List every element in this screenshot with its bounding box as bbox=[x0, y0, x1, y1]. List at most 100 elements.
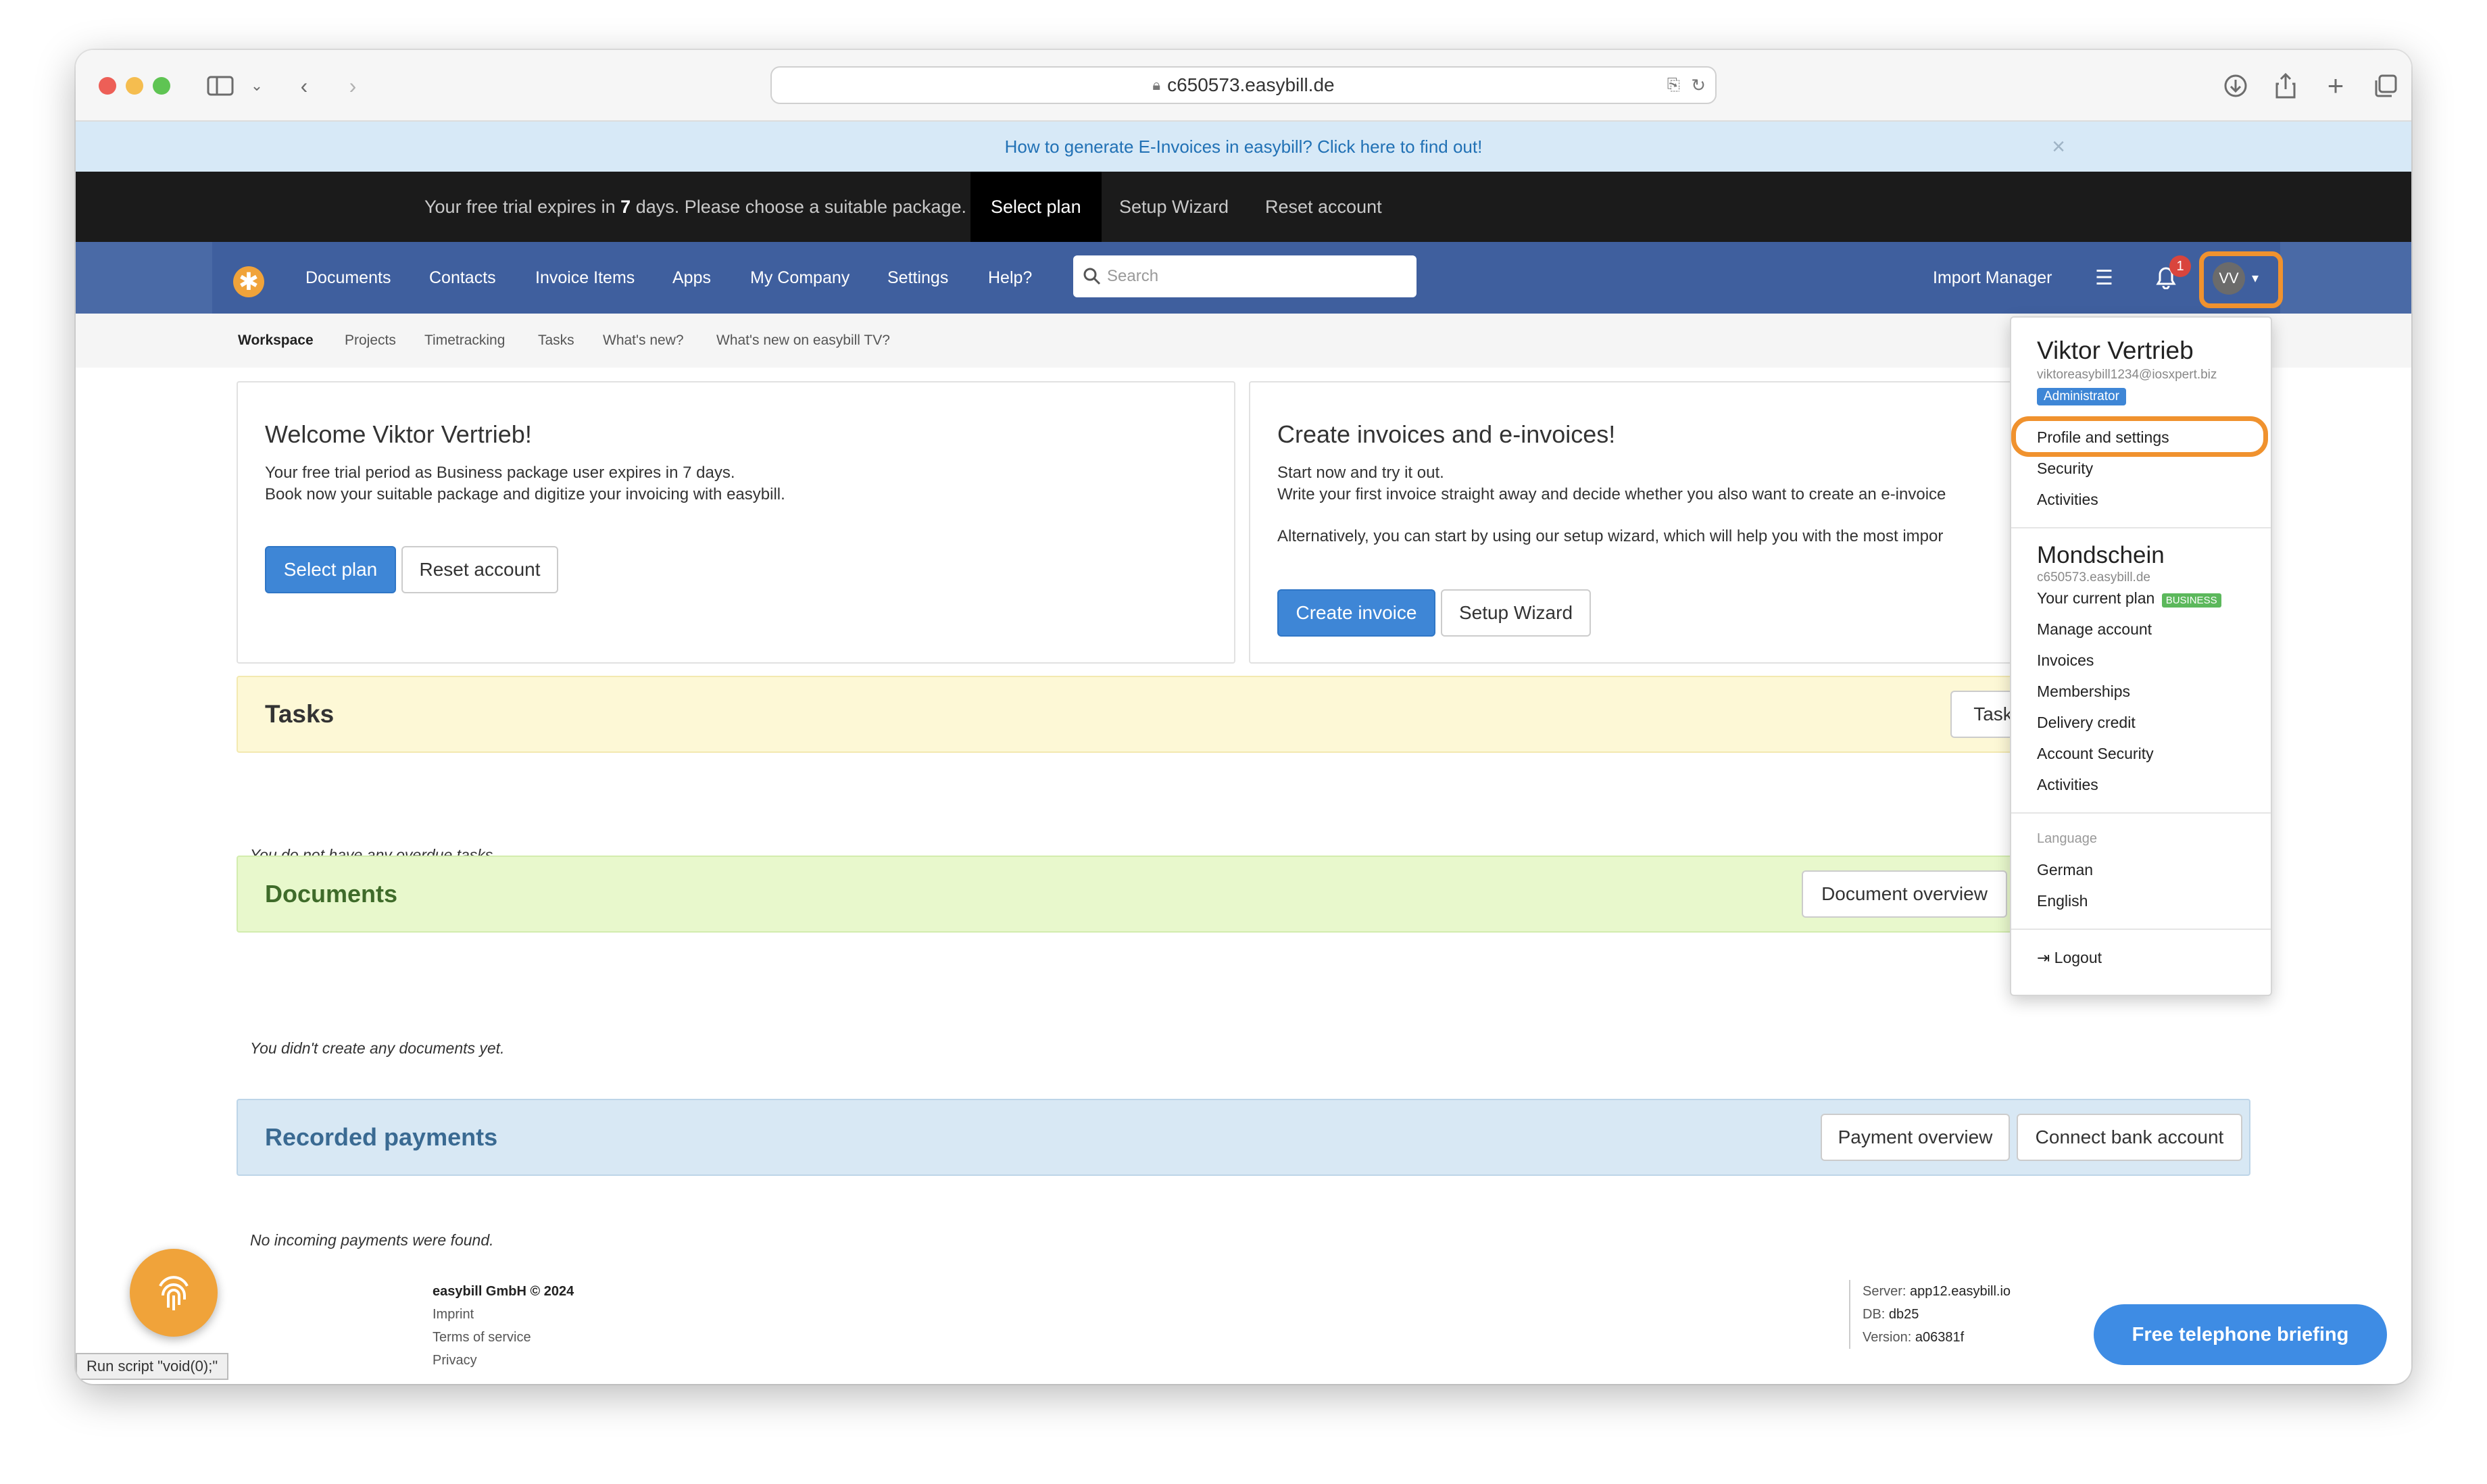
subnav-whats-new-tv[interactable]: What's new on easybill TV? bbox=[716, 332, 890, 349]
document-overview-button[interactable]: Document overview bbox=[1802, 870, 2007, 918]
user-email: viktoreasybill1234@iosxpert.biz bbox=[2037, 368, 2217, 382]
footer-terms-link[interactable]: Terms of service bbox=[433, 1326, 574, 1349]
import-manager-link[interactable]: Import Manager bbox=[1933, 242, 2052, 314]
trial-bar: Your free trial expires in 7 days. Pleas… bbox=[76, 172, 2411, 242]
e-invoice-banner[interactable]: How to generate E-Invoices in easybill? … bbox=[76, 122, 2411, 172]
tasks-section-header: Tasks Tasks bbox=[237, 676, 2250, 753]
setup-wizard-button[interactable]: Setup Wizard bbox=[1441, 589, 1591, 637]
payments-title: Recorded payments bbox=[265, 1123, 498, 1151]
banner-link[interactable]: How to generate E-Invoices in easybill? … bbox=[1005, 137, 1483, 157]
chevron-down-icon[interactable]: ⌄ bbox=[250, 72, 264, 100]
payments-empty-message: No incoming payments were found. bbox=[250, 1231, 494, 1249]
reload-icon[interactable]: ↻ bbox=[1691, 75, 1706, 96]
notification-bell-icon[interactable] bbox=[2156, 242, 2176, 314]
address-bar[interactable]: 🔒︎ c650573.easybill.de ⎘ ↻ bbox=[770, 66, 1717, 104]
translate-icon[interactable]: ⎘ bbox=[1667, 76, 1680, 95]
role-badge: Administrator bbox=[2037, 388, 2126, 405]
invoices-link[interactable]: Invoices bbox=[2037, 651, 2094, 670]
new-tab-icon[interactable]: + bbox=[2322, 70, 2349, 101]
create-invoices-line-3: Alternatively, you can start by using ou… bbox=[1277, 527, 1944, 545]
nav-invoice-items[interactable]: Invoice Items bbox=[535, 242, 635, 314]
version-value: a06381f bbox=[1915, 1330, 1965, 1345]
documents-section-header: Documents Document overview bbox=[237, 856, 2250, 933]
welcome-line-2: Book now your suitable package and digit… bbox=[265, 485, 785, 503]
free-telephone-briefing-button[interactable]: Free telephone briefing bbox=[2094, 1304, 2387, 1365]
footer-company: easybill GmbH © 2024 bbox=[433, 1284, 574, 1299]
trial-days: 7 bbox=[620, 196, 631, 217]
nav-my-company[interactable]: My Company bbox=[750, 242, 849, 314]
documents-title: Documents bbox=[265, 880, 398, 908]
minimize-window-button[interactable] bbox=[126, 77, 143, 95]
logout-link[interactable]: ⇥ Logout bbox=[2037, 949, 2102, 967]
tasks-title: Tasks bbox=[265, 700, 335, 728]
close-icon[interactable]: × bbox=[2052, 134, 2065, 160]
nav-contacts[interactable]: Contacts bbox=[429, 242, 496, 314]
sidebar-toggle-icon[interactable] bbox=[205, 72, 235, 100]
trial-reset-account-button[interactable]: Reset account bbox=[1265, 172, 1382, 242]
payments-section-header: Recorded payments Payment overview Conne… bbox=[237, 1099, 2250, 1176]
nav-help[interactable]: Help? bbox=[988, 242, 1032, 314]
footer-privacy-link[interactable]: Privacy bbox=[433, 1349, 574, 1372]
browser-window: ⌄ ‹ › 🔒︎ c650573.easybill.de ⎘ ↻ + How t… bbox=[76, 50, 2411, 1384]
company-activities-link[interactable]: Activities bbox=[2037, 776, 2098, 794]
memberships-link[interactable]: Memberships bbox=[2037, 683, 2130, 701]
trial-setup-wizard-button[interactable]: Setup Wizard bbox=[1119, 172, 1229, 242]
connect-bank-account-button[interactable]: Connect bank account bbox=[2017, 1114, 2242, 1161]
trial-select-plan-button[interactable]: Select plan bbox=[970, 172, 1102, 242]
menu-divider bbox=[2011, 527, 2271, 528]
caret-down-icon[interactable]: ▾ bbox=[2252, 242, 2259, 314]
nav-settings[interactable]: Settings bbox=[887, 242, 948, 314]
tab-overview-icon[interactable] bbox=[2372, 72, 2399, 100]
workspace-content: Welcome Viktor Vertrieb! Your free trial… bbox=[223, 368, 2264, 1249]
nav-apps[interactable]: Apps bbox=[672, 242, 711, 314]
main-navbar: ✱ Documents Contacts Invoice Items Apps … bbox=[76, 242, 2411, 314]
easybill-logo-icon[interactable]: ✱ bbox=[233, 266, 264, 297]
server-label: Server: bbox=[1863, 1284, 1906, 1299]
payment-overview-button[interactable]: Payment overview bbox=[1821, 1114, 2010, 1161]
profile-and-settings-link[interactable]: Profile and settings bbox=[2037, 428, 2169, 447]
subnav-timetracking[interactable]: Timetracking bbox=[424, 332, 505, 349]
documents-empty-message: You didn't create any documents yet. bbox=[250, 1039, 505, 1057]
current-plan-link[interactable]: Your current plan BUSINESS bbox=[2037, 589, 2221, 608]
trial-message: Your free trial expires in 7 days. Pleas… bbox=[424, 172, 966, 242]
security-link[interactable]: Security bbox=[2037, 460, 2093, 478]
reset-account-button[interactable]: Reset account bbox=[401, 546, 558, 593]
create-invoices-panel: Create invoices and e-invoices! Start no… bbox=[1249, 381, 2060, 664]
search-icon bbox=[1083, 268, 1101, 285]
account-security-link[interactable]: Account Security bbox=[2037, 745, 2154, 763]
close-window-button[interactable] bbox=[99, 77, 116, 95]
task-list-icon[interactable]: ☰ bbox=[2095, 242, 2113, 314]
manage-account-link[interactable]: Manage account bbox=[2037, 620, 2152, 639]
notification-badge: 1 bbox=[2169, 255, 2191, 277]
create-invoice-button[interactable]: Create invoice bbox=[1277, 589, 1435, 637]
subnav-tasks[interactable]: Tasks bbox=[538, 332, 574, 349]
logout-icon: ⇥ bbox=[2037, 949, 2050, 966]
menu-divider bbox=[2011, 812, 2271, 814]
nav-documents[interactable]: Documents bbox=[305, 242, 391, 314]
share-icon[interactable] bbox=[2272, 72, 2299, 100]
url-text: c650573.easybill.de bbox=[1167, 74, 1335, 95]
subnav-workspace[interactable]: Workspace bbox=[238, 332, 314, 349]
activities-link[interactable]: Activities bbox=[2037, 491, 2098, 509]
search-placeholder: Search bbox=[1107, 267, 1159, 285]
footer-left: easybill GmbH © 2024 Imprint Terms of se… bbox=[433, 1280, 574, 1372]
language-german[interactable]: German bbox=[2037, 861, 2093, 879]
avatar[interactable]: VV bbox=[2213, 262, 2245, 295]
zoom-window-button[interactable] bbox=[153, 77, 170, 95]
create-invoices-line-1: Start now and try it out. bbox=[1277, 464, 1444, 482]
footer-imprint-link[interactable]: Imprint bbox=[433, 1303, 574, 1326]
back-icon[interactable]: ‹ bbox=[291, 72, 318, 100]
lock-icon: 🔒︎ bbox=[1152, 76, 1161, 93]
trial-text-post: days. Please choose a suitable package. bbox=[635, 196, 967, 217]
user-name: Viktor Vertrieb bbox=[2037, 337, 2194, 364]
select-plan-button[interactable]: Select plan bbox=[265, 546, 396, 593]
search-input[interactable]: Search bbox=[1073, 255, 1417, 297]
download-icon[interactable] bbox=[2222, 72, 2249, 100]
forward-icon[interactable]: › bbox=[339, 72, 366, 100]
subnav-whats-new[interactable]: What's new? bbox=[603, 332, 684, 349]
user-dropdown-menu: Viktor Vertrieb viktoreasybill1234@iosxp… bbox=[2010, 316, 2272, 996]
language-english[interactable]: English bbox=[2037, 892, 2088, 910]
delivery-credit-link[interactable]: Delivery credit bbox=[2037, 714, 2136, 732]
fingerprint-button[interactable] bbox=[130, 1249, 218, 1337]
subnav-projects[interactable]: Projects bbox=[345, 332, 396, 349]
